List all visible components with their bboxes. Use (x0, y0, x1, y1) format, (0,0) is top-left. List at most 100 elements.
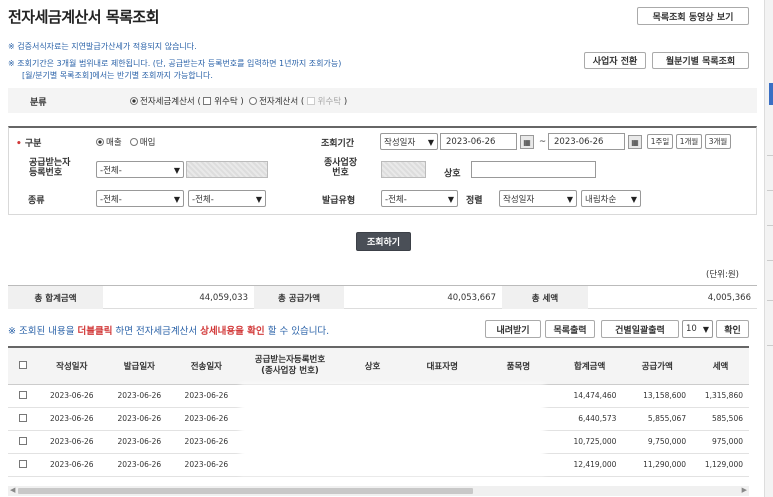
unit-label: (단위:원) (706, 270, 739, 280)
total-amount-label: 총 합계금액 (8, 286, 103, 309)
video-guide-button[interactable]: 목록조회 동영상 보기 (637, 7, 749, 25)
btn-3month[interactable]: 3개월 (705, 134, 731, 149)
branch-input (381, 161, 426, 178)
cell-tax: 585,506 (692, 407, 749, 431)
purchase-label: 매입 (139, 138, 156, 148)
cell-issued-date: 2023-06-26 (105, 407, 174, 431)
supply-amount-label: 총 공급가액 (254, 286, 344, 309)
cell-issued-date: 2023-06-26 (105, 453, 174, 477)
order-select[interactable]: 내림차순 ▼ (581, 190, 641, 207)
btn-1month[interactable]: 1개월 (676, 134, 702, 149)
paren-close-2: ) (343, 97, 348, 107)
kind-select-1[interactable]: -전체- ▼ (96, 190, 184, 207)
paren-close: ) (240, 97, 244, 107)
side-divider (767, 345, 773, 346)
start-date-input[interactable]: 2023-06-26 (440, 133, 517, 150)
btn-1week[interactable]: 1주일 (647, 134, 673, 149)
sales-radio[interactable] (96, 138, 104, 146)
row-checkbox[interactable] (19, 391, 27, 399)
note-monthly: [월/분기별 목록조회]에서는 반기별 조회까지 가능합니다. (22, 71, 213, 80)
row-checkbox[interactable] (19, 414, 27, 422)
redacted-area (240, 384, 545, 475)
download-button[interactable]: 내려받기 (485, 320, 541, 338)
paren-open-2: ( (300, 97, 305, 107)
header-written-date[interactable]: 작성일자 (38, 346, 106, 385)
consign-checkbox-disabled (306, 97, 315, 105)
receiver-reg-input (186, 161, 268, 178)
supply-amount-value: 40,053,667 (447, 292, 496, 303)
select-all-checkbox[interactable] (19, 360, 27, 369)
receiver-select[interactable]: -전체- ▼ (96, 161, 184, 178)
cell-total: 14,474,460 (556, 384, 623, 408)
confirm-button[interactable]: 확인 (716, 320, 749, 338)
kind-label: 종류 (28, 196, 45, 206)
header-receiver-reg[interactable]: 공급받는자등록번호 (종사업장 번호) (239, 346, 341, 385)
end-date-input[interactable]: 2023-06-26 (548, 133, 625, 150)
calendar-icon[interactable]: ▦ (628, 135, 642, 149)
horizontal-scrollbar[interactable]: ◀ ▶ (8, 486, 749, 496)
cell-tax: 1,315,860 (692, 384, 749, 408)
company-label: 상호 (444, 169, 461, 179)
category-options: 전자세금계산서 ( 위수탁 ) 전자계산서 ( 위수탁 ) (130, 95, 347, 107)
scroll-left-icon[interactable]: ◀ (10, 486, 15, 494)
cell-supply: 13,158,600 (622, 384, 693, 408)
issue-type-select[interactable]: -전체- ▼ (381, 190, 458, 207)
type-label: • 구분 (16, 139, 42, 149)
header-total[interactable]: 합계금액 (556, 346, 623, 385)
side-panel-tab[interactable] (769, 83, 773, 105)
note-period: ※ 조회기간은 3개월 범위내로 제한됩니다. (단, 공급받는자 등록번호를 … (8, 59, 342, 68)
header-company[interactable]: 상호 (340, 346, 405, 385)
business-switch-button[interactable]: 사업자 전환 (584, 52, 646, 69)
cell-supply: 5,855,067 (622, 407, 693, 431)
scroll-right-icon[interactable]: ▶ (742, 486, 747, 494)
cell-issued-date: 2023-06-26 (105, 430, 174, 454)
cell-written-date: 2023-06-26 (38, 430, 106, 454)
cell-sent-date: 2023-06-26 (173, 384, 240, 408)
monthly-list-button[interactable]: 월분기별 목록조회 (652, 52, 749, 69)
bulk-print-button[interactable]: 건별일괄출력 (601, 320, 679, 338)
total-amount-value: 44,059,033 (199, 292, 248, 303)
print-list-button[interactable]: 목록출력 (545, 320, 595, 338)
category-label: 분류 (30, 98, 47, 108)
type-options: 매출 매입 (96, 136, 155, 148)
tax-invoice-radio[interactable] (130, 97, 138, 105)
summary-bar: 총 합계금액 44,059,033 총 공급가액 40,053,667 총 세액… (8, 285, 757, 309)
sort-select[interactable]: 작성일자 ▼ (499, 190, 577, 207)
page-size-select[interactable]: 10 ▼ (682, 320, 713, 338)
cell-supply: 11,290,000 (622, 453, 693, 477)
consign-checkbox[interactable] (203, 97, 212, 105)
header-item[interactable]: 품목명 (479, 346, 557, 385)
header-ceo[interactable]: 대표자명 (404, 346, 480, 385)
header-tax[interactable]: 세액 (692, 346, 749, 385)
scrollbar-thumb[interactable] (18, 488, 473, 494)
cell-written-date: 2023-06-26 (38, 453, 106, 477)
kind-select-2[interactable]: -전체- ▼ (188, 190, 266, 207)
row-checkbox[interactable] (19, 437, 27, 445)
header-issued-date[interactable]: 발급일자 (105, 346, 174, 385)
cell-written-date: 2023-06-26 (38, 384, 106, 408)
cell-total: 10,725,000 (556, 430, 623, 454)
tax-amount-label: 총 세액 (502, 286, 588, 309)
company-input[interactable] (471, 161, 596, 178)
issue-type-label: 발급유형 (322, 196, 356, 206)
category-row (8, 88, 757, 113)
cell-sent-date: 2023-06-26 (173, 453, 240, 477)
search-button[interactable]: 조회하기 (356, 232, 411, 251)
tax-invoice-label: 전자세금계산서 (140, 97, 195, 107)
purchase-radio[interactable] (129, 138, 138, 146)
row-checkbox[interactable] (19, 460, 27, 468)
cell-sent-date: 2023-06-26 (173, 407, 240, 431)
date-tilde: ~ (539, 137, 547, 147)
side-divider (767, 190, 773, 191)
cell-tax: 975,000 (692, 430, 749, 454)
table-header-row: 작성일자 발급일자 전송일자 공급받는자등록번호 (종사업장 번호) 상호 대표자… (8, 346, 749, 385)
header-sent-date[interactable]: 전송일자 (173, 346, 240, 385)
calendar-icon[interactable]: ▦ (520, 135, 534, 149)
paren-open: ( (197, 97, 201, 107)
cell-issued-date: 2023-06-26 (105, 384, 174, 408)
side-divider (767, 260, 773, 261)
header-supply[interactable]: 공급가액 (622, 346, 693, 385)
date-type-select[interactable]: 작성일자 ▼ (380, 133, 438, 150)
cell-supply: 9,750,000 (622, 430, 693, 454)
invoice-radio[interactable] (249, 97, 258, 105)
